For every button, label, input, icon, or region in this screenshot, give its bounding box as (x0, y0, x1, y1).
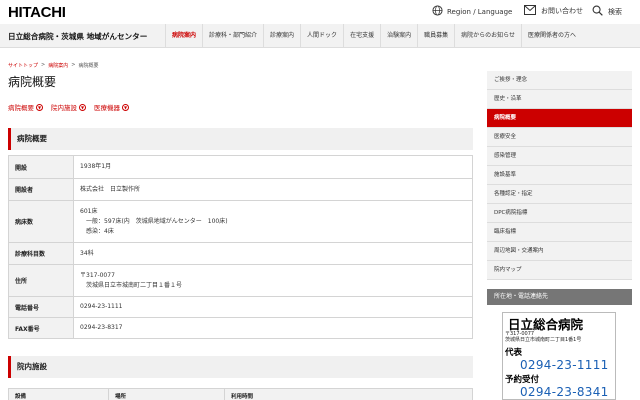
section-heading-facilities: 院内施設 (8, 356, 473, 378)
nav-item-recruit[interactable]: 職員募集 (417, 24, 454, 48)
reservation-phone-label: 予約受付 (505, 375, 540, 385)
anchor-facilities-label: 院内施設 (51, 104, 77, 112)
sidebar-item-history[interactable]: 歴史・沿革 (487, 90, 632, 109)
nav-item-home-care[interactable]: 在宅支援 (343, 24, 380, 48)
globe-icon (432, 5, 443, 18)
column-header: 利用時間 (231, 394, 254, 400)
nav-item-checkup[interactable]: 人間ドック (300, 24, 343, 48)
row-value-line: 〒317-0077 (80, 271, 115, 279)
nav-item-clinical-trials[interactable]: 治験案内 (380, 24, 417, 48)
table-row: 電話番号 0294-23-1111 (8, 296, 473, 318)
sidebar-item-facility-standards[interactable]: 施設基準 (487, 166, 632, 185)
row-label: 診療科目数 (8, 242, 74, 265)
row-label: 病床数 (8, 200, 74, 243)
overview-table: 開設 1938年1月 開設者 株式会社 日立製作所 病床数 601床 一般：59… (8, 155, 473, 339)
sidebar-nav: ご挨拶・理念 歴史・沿革 病院概要 医療安全 感染管理 施設基準 各種認定・指定… (487, 71, 632, 280)
breadcrumb-separator: > (71, 62, 76, 68)
row-label: 電話番号 (8, 296, 74, 318)
column-header: 場所 (109, 389, 225, 400)
row-value-line: 感染：4床 (80, 227, 114, 235)
row-value-line: 601床 (80, 207, 98, 215)
breadcrumb-site-top[interactable]: サイトトップ (8, 62, 38, 69)
row-label: 開設 (8, 155, 74, 179)
chevron-down-icon: ▼ (122, 103, 129, 111)
anchor-overview-label: 病院概要 (8, 104, 34, 112)
contact-card: 日立総合病院 〒317-0077 茨城県日立市城南町二丁目1番1号 代表 029… (502, 312, 616, 400)
column-header: 設備 (9, 389, 109, 400)
row-value: 0294-23-1111 (73, 296, 473, 318)
anchor-facilities[interactable]: 院内施設 ▼ (51, 102, 86, 112)
nav-item-departments[interactable]: 診療科・部門紹介 (202, 24, 263, 48)
chevron-down-icon: ▼ (36, 103, 43, 111)
table-row: 開設者 株式会社 日立製作所 (8, 178, 473, 201)
row-value: 34科 (73, 242, 473, 265)
chevron-down-icon: ▼ (79, 103, 86, 111)
table-row: 病床数 601床 一般：597床(内 茨城県地域がんセンター 100床) 感染：… (8, 200, 473, 243)
table-row: 開設 1938年1月 (8, 155, 473, 179)
sidebar-item-clinical-indicators[interactable]: 臨床指標 (487, 223, 632, 242)
region-language-link[interactable]: Region / Language (432, 5, 512, 18)
nav-item-hospital-guide[interactable]: 病院案内 (165, 24, 202, 48)
table-row: FAX番号 0294-23-8317 (8, 317, 473, 339)
hitachi-logo[interactable]: HITACHI (8, 4, 66, 21)
contact-heading: 所在地・電話連絡先 (487, 289, 632, 305)
page-title: 病院概要 (8, 75, 57, 89)
table-row: 住所 〒317-0077 茨城県日立市城南町二丁目１番１号 (8, 264, 473, 297)
row-value: 1938年1月 (73, 155, 473, 179)
row-value-line: 0294-23-8317 (80, 324, 123, 331)
row-value-line: 1938年1月 (80, 163, 112, 170)
section-heading-overview: 病院概要 (8, 128, 473, 150)
row-label: 開設者 (8, 178, 74, 201)
row-value: 0294-23-8317 (73, 317, 473, 339)
sidebar-item-greeting[interactable]: ご挨拶・理念 (487, 71, 632, 90)
search-button[interactable]: 検索 (592, 5, 622, 18)
nav-item-outpatient[interactable]: 診療案内 (263, 24, 300, 48)
row-value-line: 茨城県日立市城南町二丁目１番１号 (80, 281, 183, 289)
sidebar-item-floor-map[interactable]: 院内マップ (487, 261, 632, 280)
nav-item-professionals[interactable]: 医療関係者の方へ (521, 24, 582, 48)
main-phone-label: 代表 (505, 348, 523, 358)
sidebar-item-dpc-indicators[interactable]: DPC病院指標 (487, 204, 632, 223)
row-value-line: 34科 (80, 249, 94, 257)
top-header: HITACHI Region / Language お問い合わせ 検索 (0, 0, 640, 24)
reservation-phone-number[interactable]: 0294-23-8341 (520, 385, 609, 399)
sidebar-item-overview[interactable]: 病院概要 (487, 109, 632, 128)
global-nav: 日立総合病院・茨城県 地域がんセンター 病院案内 診療科・部門紹介 診療案内 人… (0, 24, 640, 48)
search-icon (592, 5, 603, 18)
table-row: 診療科目数 34科 (8, 242, 473, 265)
region-label: Region / Language (447, 7, 513, 16)
breadcrumb: サイトトップ > 病院案内 > 病院概要 (8, 62, 98, 69)
nav-items: 病院案内 診療科・部門紹介 診療案内 人間ドック 在宅支援 治験案内 職員募集 … (165, 24, 582, 48)
sidebar-item-access-map[interactable]: 周辺地図・交通案内 (487, 242, 632, 261)
anchor-equipment-label: 医療機器 (94, 104, 120, 112)
contact-link[interactable]: お問い合わせ (524, 5, 583, 17)
row-value-line: 株式会社 日立製作所 (80, 185, 141, 193)
search-label: 検索 (608, 7, 622, 16)
breadcrumb-hospital-guide[interactable]: 病院案内 (48, 62, 68, 69)
row-value-line: 一般：597床(内 茨城県地域がんセンター 100床) (80, 217, 228, 225)
main-phone-number[interactable]: 0294-23-1111 (520, 358, 609, 372)
nav-item-news[interactable]: 病院からのお知らせ (454, 24, 521, 48)
site-name[interactable]: 日立総合病院・茨城県 地域がんセンター (8, 31, 147, 42)
address: 茨城県日立市城南町二丁目1番1号 (505, 337, 582, 343)
row-label: 住所 (8, 264, 74, 297)
sidebar-item-certifications[interactable]: 各種認定・指定 (487, 185, 632, 204)
row-value: 601床 一般：597床(内 茨城県地域がんセンター 100床) 感染：4床 (73, 200, 473, 243)
row-value: 株式会社 日立製作所 (73, 178, 473, 201)
row-value-line: 0294-23-1111 (80, 303, 123, 310)
row-label: FAX番号 (8, 317, 74, 339)
sidebar-item-infection-control[interactable]: 感染管理 (487, 147, 632, 166)
sidebar-item-medical-safety[interactable]: 医療安全 (487, 128, 632, 147)
anchor-links: 病院概要 ▼ 院内施設 ▼ 医療機器 ▼ (8, 102, 129, 112)
contact-label: お問い合わせ (541, 7, 583, 15)
facilities-table-header: 設備 場所 利用時間 (8, 388, 473, 400)
anchor-equipment[interactable]: 医療機器 ▼ (94, 102, 129, 112)
anchor-overview[interactable]: 病院概要 ▼ (8, 102, 43, 112)
mail-icon (524, 5, 536, 17)
breadcrumb-current: 病院概要 (78, 63, 99, 69)
row-value: 〒317-0077 茨城県日立市城南町二丁目１番１号 (73, 264, 473, 297)
breadcrumb-separator: > (41, 62, 46, 68)
